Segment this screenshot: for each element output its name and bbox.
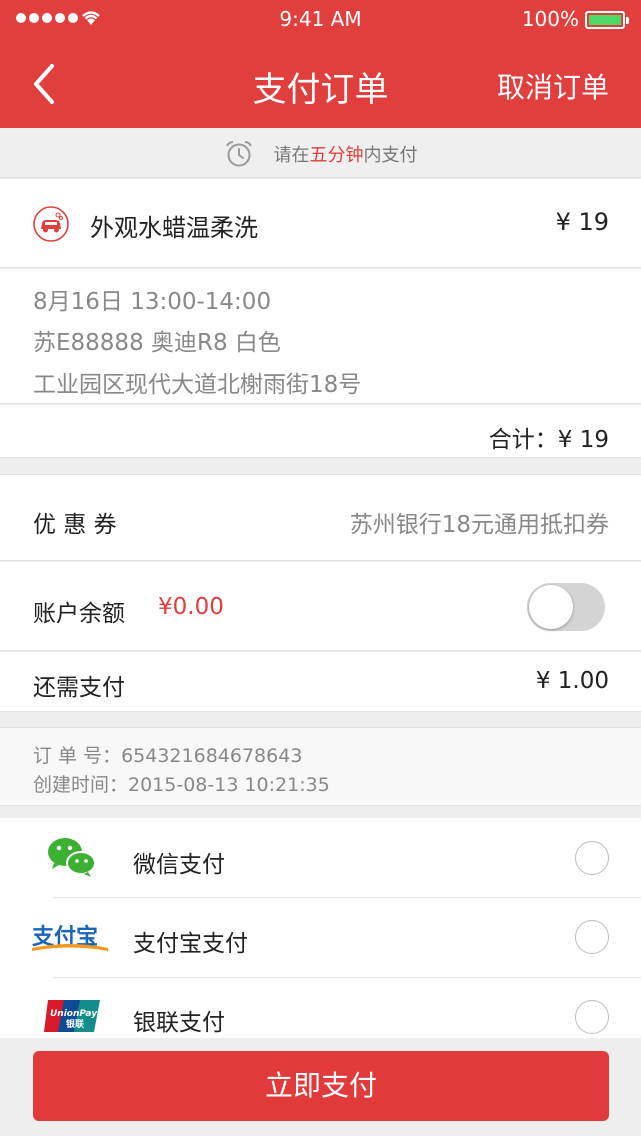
wechat-pay-label: 微信支付 [133, 852, 225, 878]
toggle-knob [529, 585, 573, 629]
alipay-radio[interactable] [575, 920, 609, 954]
back-arrow-icon[interactable] [28, 62, 68, 106]
cancel-order-button[interactable]: 取消订单 [497, 66, 609, 106]
svg-text:UnionPay: UnionPay [50, 1009, 98, 1019]
service-address: 工业园区现代大道北榭雨街18号 [33, 372, 362, 398]
notice-highlight: 五分钟 [309, 145, 364, 166]
battery-percent: 100% [521, 7, 579, 31]
wechat-icon [48, 838, 96, 877]
balance-amount: ¥0.00 [158, 594, 224, 620]
vehicle-info: 苏E88888 奥迪R8 白色 [33, 330, 281, 356]
unionpay-label: 银联支付 [133, 1010, 225, 1036]
coupon-label: 优 惠 券 [33, 512, 117, 538]
battery-icon [585, 11, 629, 29]
coupon-value[interactable]: 苏州银行18元通用抵扣券 [350, 505, 609, 539]
pay-now-button[interactable]: 立即支付 [33, 1051, 609, 1121]
service-name: 外观水蜡温柔洗 [90, 214, 258, 242]
service-price: ¥ 19 [555, 208, 609, 236]
balance-toggle[interactable] [527, 583, 605, 631]
remaining-amount: ¥ 1.00 [535, 668, 609, 694]
svg-text:银联: 银联 [66, 1018, 85, 1030]
app-header: 9:41 AM 100% 支付订单 取消订单 [0, 0, 641, 128]
wechat-radio[interactable] [575, 841, 609, 875]
alipay-label: 支付宝支付 [133, 931, 248, 957]
remaining-label: 还需支付 [33, 675, 125, 701]
appointment-datetime: 8月16日 13:00-14:00 [33, 289, 272, 315]
total-amount: 合计：¥ 19 [488, 427, 609, 453]
balance-label: 账户余额 [33, 601, 125, 627]
unionpay-radio[interactable] [575, 1000, 609, 1034]
notice-text: 请在五分钟内支付 [273, 145, 418, 166]
order-number: 订 单 号：654321684678643 [33, 745, 303, 767]
status-bar: 9:41 AM 100% [0, 0, 641, 40]
order-created-time: 创建时间：2015-08-13 10:21:35 [33, 774, 330, 796]
alipay-icon: 支付宝 [32, 924, 108, 951]
car-wash-icon [33, 206, 69, 242]
unionpay-icon: UnionPay 银联 [44, 1000, 100, 1032]
alarm-clock-icon [225, 141, 252, 167]
payment-deadline-notice: 请在五分钟内支付 [0, 128, 641, 178]
